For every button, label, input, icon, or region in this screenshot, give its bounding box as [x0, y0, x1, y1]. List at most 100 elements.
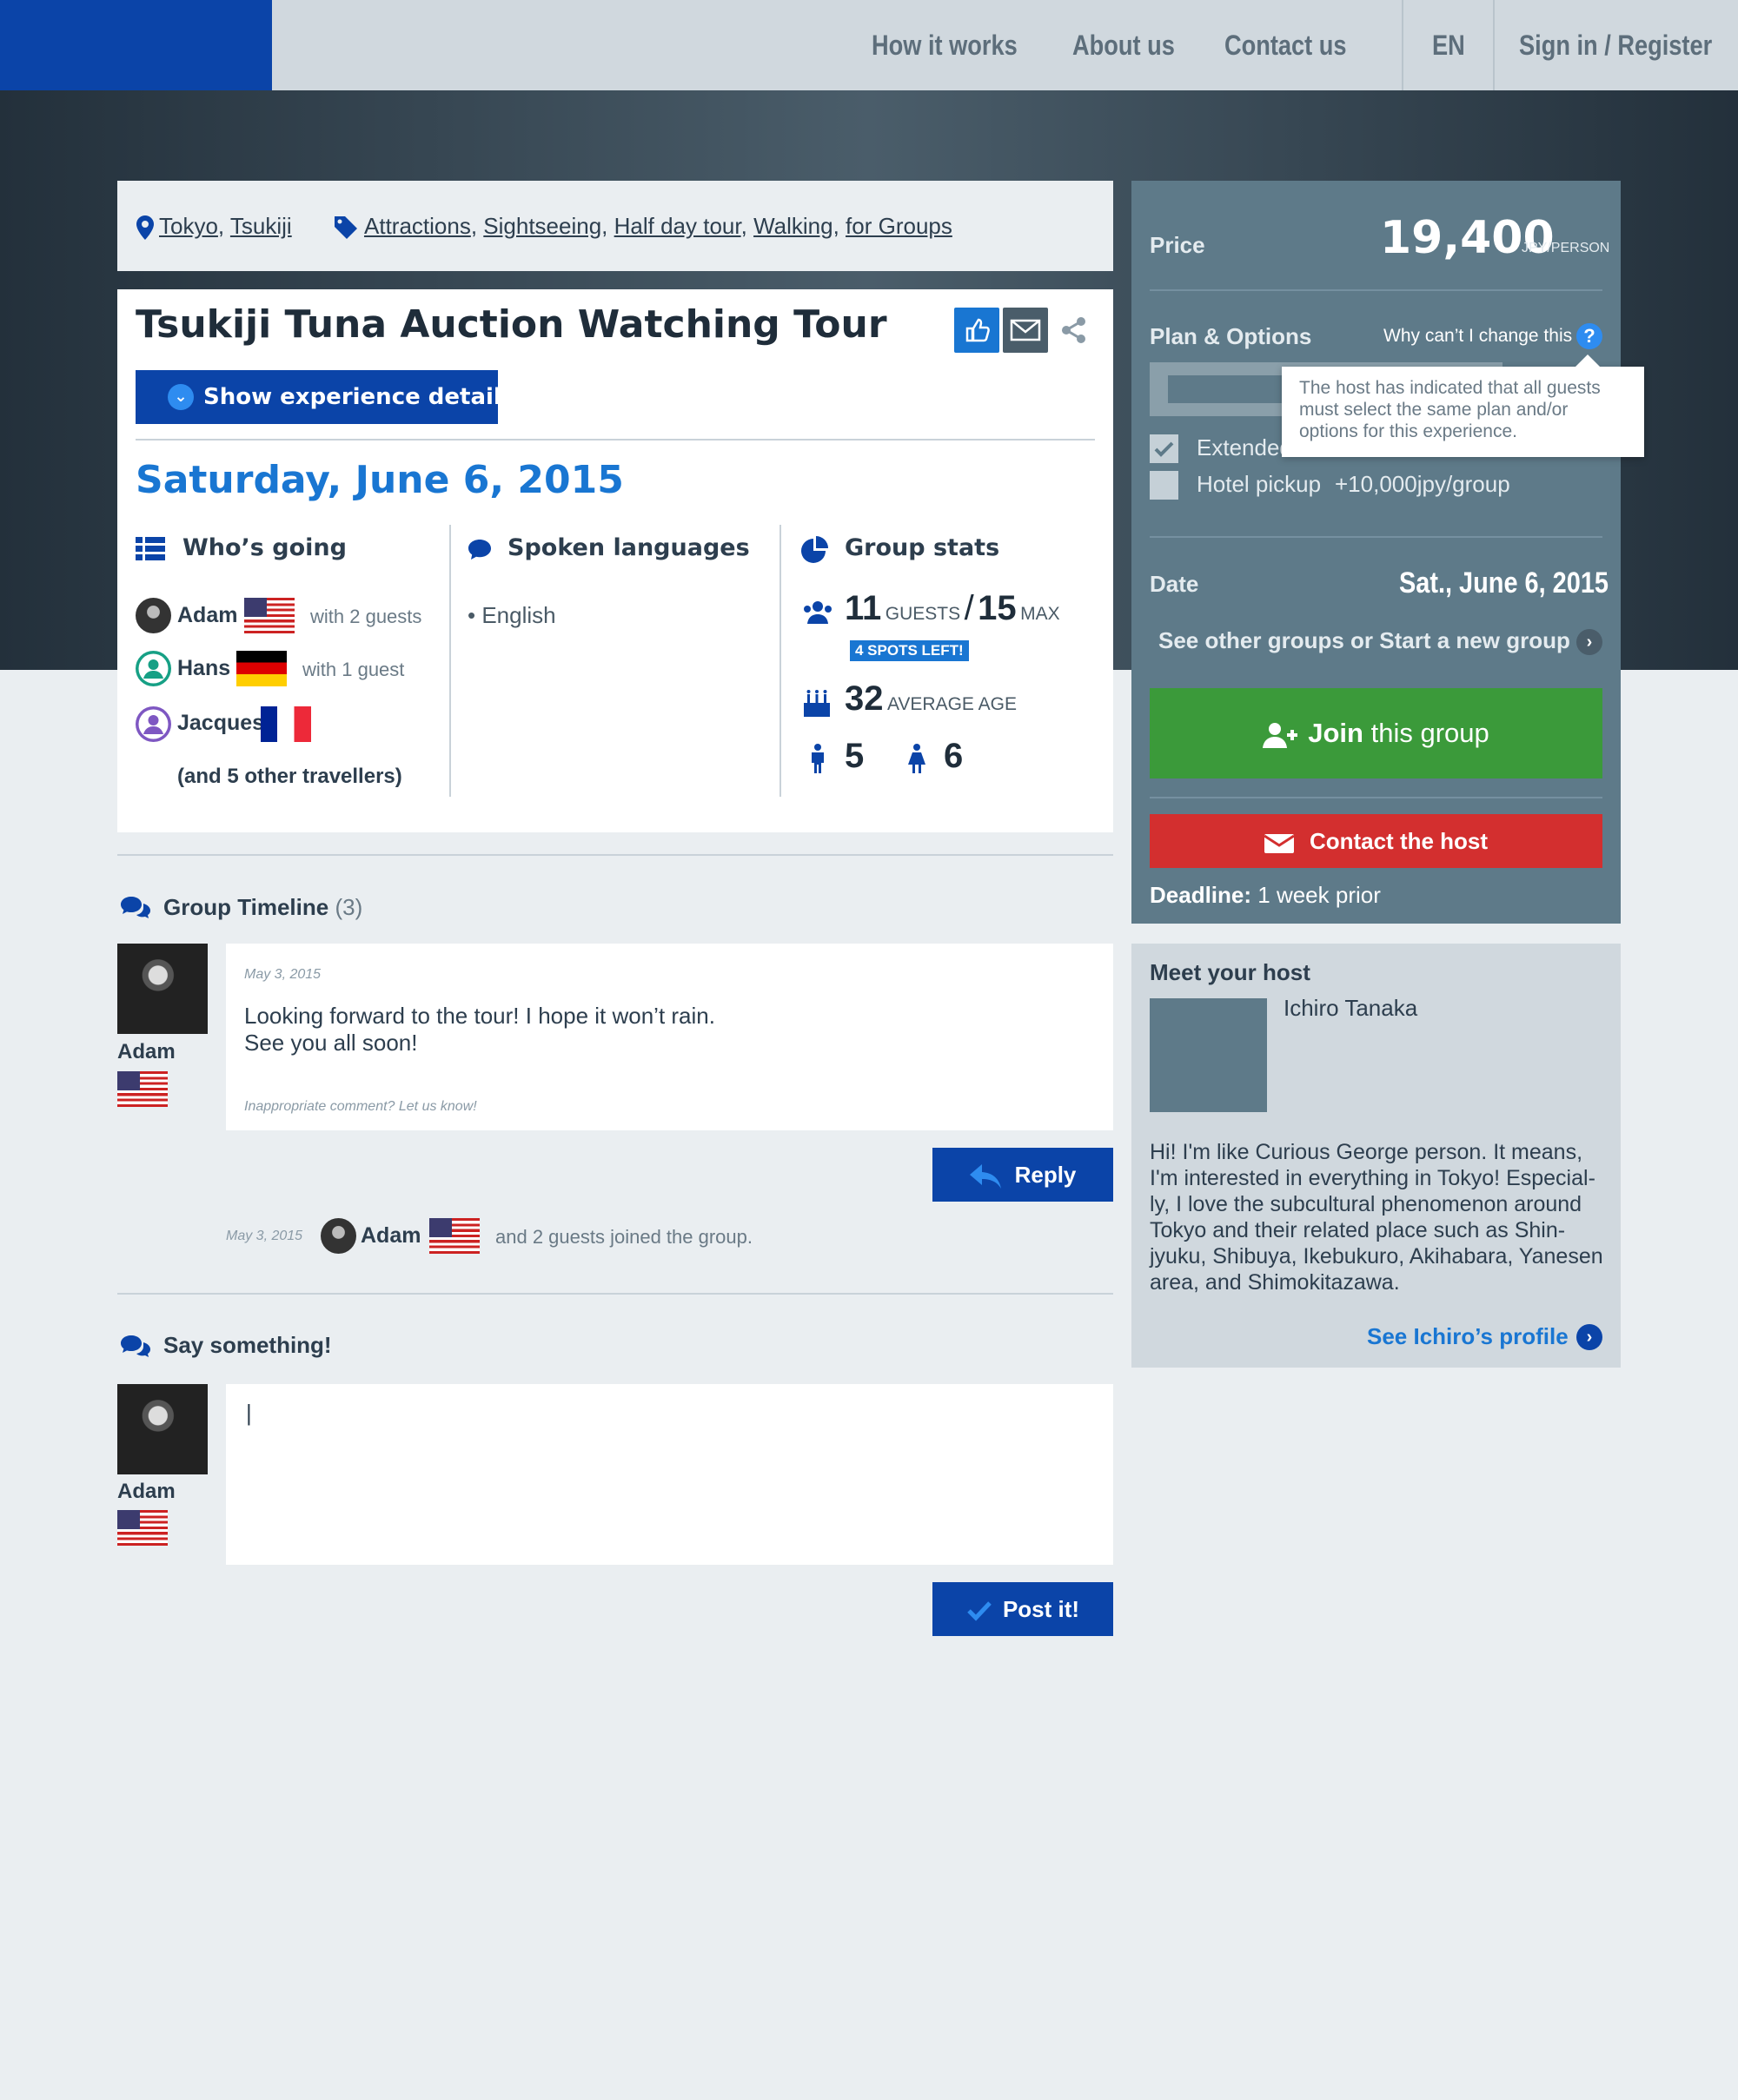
event-date: May 3, 2015 — [226, 1229, 303, 1243]
extended-checkbox[interactable] — [1150, 434, 1178, 463]
email-share-button[interactable] — [1003, 308, 1048, 353]
deadline-value: 1 week prior — [1251, 882, 1381, 908]
report-comment-link[interactable]: Inappropriate comment? Let us know! — [244, 1099, 477, 1115]
site-logo[interactable] — [0, 0, 272, 90]
host-bio-line: ly, I love the subcultural phenomenon ar… — [1150, 1192, 1582, 1216]
host-photo[interactable] — [1150, 998, 1267, 1112]
help-icon[interactable]: ? — [1576, 323, 1602, 349]
post-button[interactable]: Post it! — [932, 1582, 1113, 1636]
us-flag-icon — [429, 1218, 480, 1254]
location-link-tokyo[interactable]: Tokyo — [159, 213, 218, 239]
hotel-pickup-checkbox[interactable] — [1150, 471, 1178, 500]
language-item: • English — [468, 602, 556, 628]
avatar[interactable] — [136, 651, 171, 686]
comment-line: Looking forward to the tour! I hope it w… — [244, 1003, 715, 1029]
show-details-label: Show experience details — [203, 384, 515, 410]
max-label: MAX — [1020, 604, 1060, 624]
author-photo[interactable] — [117, 944, 208, 1034]
comments-icon — [120, 1334, 151, 1362]
germany-flag-icon — [236, 651, 287, 686]
whos-going-heading: Who’s going — [182, 534, 347, 561]
contact-host-label: Contact the host — [1309, 828, 1489, 854]
tag-link[interactable]: Walking — [753, 213, 833, 239]
us-flag-icon — [244, 598, 295, 633]
experience-date: Saturday, June 6, 2015 — [136, 458, 624, 502]
reply-button[interactable]: Reply — [932, 1148, 1113, 1202]
deadline: Deadline: 1 week prior — [1150, 882, 1381, 909]
tag-icon — [335, 216, 357, 240]
hotel-pickup-label[interactable]: Hotel pickup — [1197, 471, 1321, 498]
contact-host-button[interactable]: Contact the host — [1150, 814, 1602, 868]
column-divider — [779, 525, 781, 797]
tag-link[interactable]: Attractions — [364, 213, 471, 239]
extended-option-label[interactable]: Extended — [1197, 434, 1292, 461]
group-stats-heading: Group stats — [845, 534, 1000, 561]
checkmark-icon — [967, 1601, 992, 1621]
male-count: 5 — [845, 737, 865, 775]
slash: / — [964, 589, 974, 627]
host-bio-line: Hi! I'm like Curious George person. It m… — [1150, 1140, 1583, 1164]
chevron-right-icon[interactable]: › — [1576, 629, 1602, 655]
timeline-title: Group Timeline — [163, 894, 329, 920]
guest-count-row: 11 GUESTS / 15 MAX — [845, 589, 1060, 628]
why-cant-change-link[interactable]: Why can’t I change this — [1383, 326, 1572, 347]
avatar[interactable] — [321, 1218, 356, 1254]
say-something-heading: Say something! — [163, 1332, 332, 1358]
event-text: and 2 guests joined the group. — [495, 1226, 753, 1248]
price-label: Price — [1150, 232, 1205, 258]
host-bio-line: I'm interested in everything in Tokyo! E… — [1150, 1166, 1595, 1190]
attendee-name[interactable]: Adam — [177, 603, 237, 628]
location-link-tsukiji[interactable]: Tsukiji — [230, 213, 292, 239]
sign-in-register-link[interactable]: Sign in / Register — [1519, 0, 1712, 90]
column-divider — [449, 525, 451, 797]
comment-author[interactable]: Adam — [117, 1040, 176, 1064]
attendee-name[interactable]: Hans — [177, 656, 230, 681]
show-experience-details-button[interactable]: ⌄ Show experience details — [136, 370, 514, 424]
envelope-icon — [1264, 834, 1295, 854]
attendee-name[interactable]: Jacques — [177, 711, 264, 736]
divider — [136, 439, 1095, 441]
event-author[interactable]: Adam — [361, 1223, 421, 1249]
checkmark-icon — [1154, 441, 1174, 457]
france-flag-icon — [261, 706, 311, 742]
other-groups-link[interactable]: See other groups or Start a new group — [1158, 627, 1570, 654]
avatar[interactable] — [136, 706, 171, 742]
timeline-heading: Group Timeline (3) — [163, 894, 362, 921]
guests-label: GUESTS — [885, 604, 961, 624]
comment-input-value: | — [246, 1400, 252, 1426]
tag-link[interactable]: for Groups — [846, 213, 952, 239]
divider — [1150, 797, 1602, 798]
post-label: Post it! — [1002, 1596, 1080, 1622]
timeline-count: (3) — [335, 894, 363, 920]
host-profile-link[interactable]: See Ichiro’s profile — [1367, 1323, 1569, 1350]
nav-about-us[interactable]: About us — [1072, 0, 1175, 90]
price-value: 19,400 — [1380, 212, 1555, 264]
avatar[interactable] — [136, 598, 171, 633]
tag-link[interactable]: Half day tour — [614, 213, 741, 239]
nav-divider — [1402, 0, 1403, 90]
join-group-button[interactable]: Join this group — [1150, 688, 1602, 778]
share-button[interactable] — [1058, 315, 1090, 346]
location-row: Tokyo, Tsukiji — [136, 181, 292, 271]
female-icon — [905, 744, 928, 778]
chevron-right-icon[interactable]: › — [1576, 1324, 1602, 1350]
average-age: 32 — [845, 679, 884, 718]
deadline-label: Deadline: — [1150, 882, 1252, 908]
nav-how-it-works[interactable]: How it works — [872, 0, 1018, 90]
list-icon — [136, 537, 165, 566]
male-icon — [808, 744, 827, 778]
divider — [1150, 289, 1602, 291]
comment-input[interactable]: | — [226, 1384, 1113, 1565]
attendee-note: with 1 guest — [302, 659, 405, 680]
divider — [1150, 536, 1602, 538]
host-name: Ichiro Tanaka — [1284, 995, 1418, 1021]
like-button[interactable] — [954, 308, 999, 353]
pie-chart-icon — [799, 536, 828, 570]
nav-contact-us[interactable]: Contact us — [1224, 0, 1347, 90]
language-selector[interactable]: EN — [1432, 0, 1465, 90]
tag-link[interactable]: Sightseeing — [483, 213, 601, 239]
add-user-icon — [1263, 722, 1298, 748]
other-travellers: (and 5 other travellers) — [177, 765, 402, 788]
attendee-note: with 2 guests — [310, 606, 422, 627]
thumbs-up-icon — [965, 318, 990, 342]
